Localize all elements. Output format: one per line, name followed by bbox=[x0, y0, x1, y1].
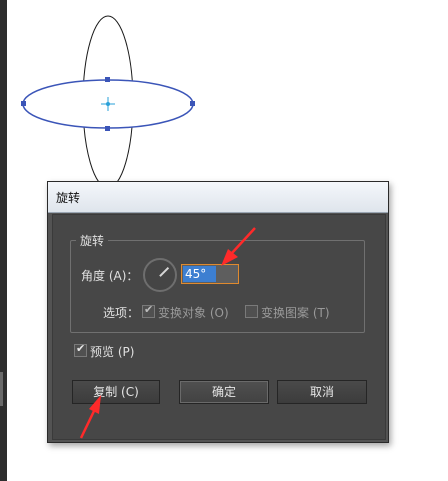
red-arrow-copy-icon bbox=[79, 395, 101, 439]
red-arrow-angle-icon bbox=[221, 227, 256, 266]
annotation-overlay bbox=[79, 227, 256, 439]
